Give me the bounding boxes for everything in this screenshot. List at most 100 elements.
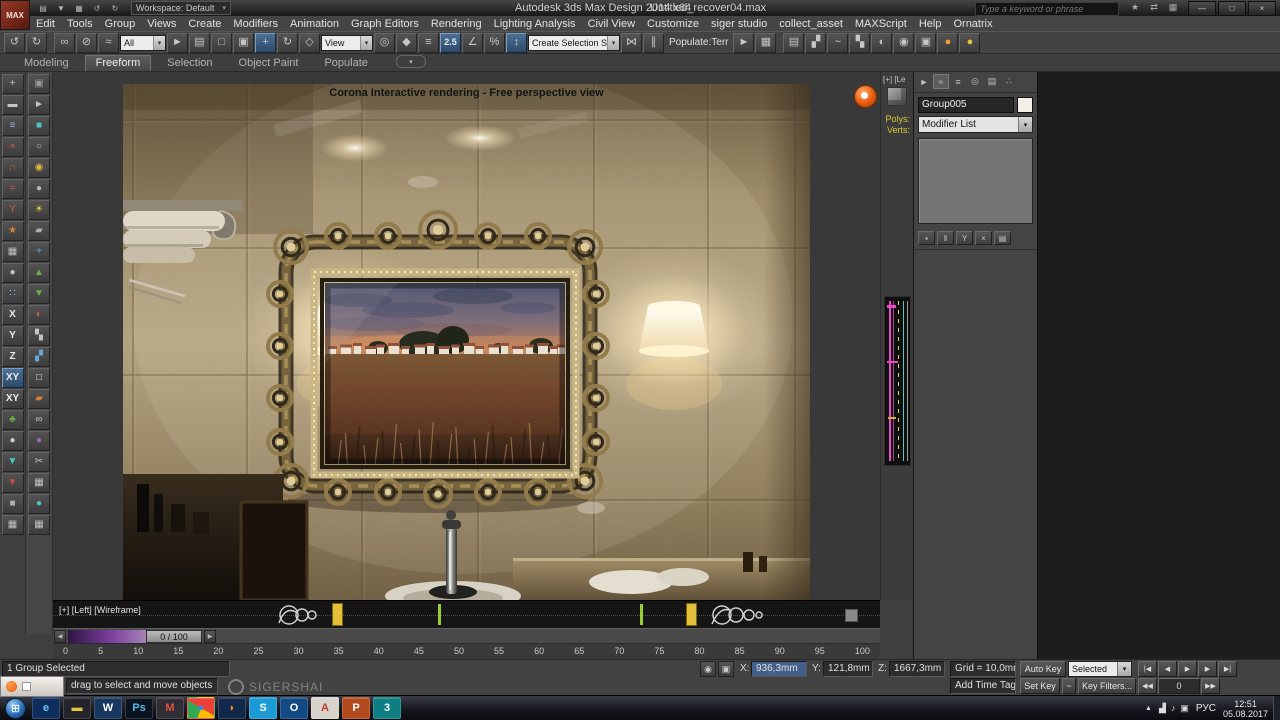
reference-coordinate-system-dropdown[interactable]: View ▾: [321, 34, 373, 51]
named-selection-sets-dropdown[interactable]: Create Selection Se ▾: [528, 34, 620, 51]
axis-y-button[interactable]: Y: [1, 326, 24, 346]
object-name-field[interactable]: Group005: [918, 97, 1014, 113]
spinner-snap-icon[interactable]: ↕: [506, 32, 527, 53]
next-frame-arrow[interactable]: ▶: [204, 630, 216, 643]
time-slider-handle[interactable]: 0 / 100: [146, 630, 202, 643]
gmail-icon[interactable]: M: [156, 697, 184, 719]
go-to-start-button[interactable]: |◀: [1138, 661, 1157, 677]
align-icon[interactable]: ∥: [643, 32, 664, 53]
remove-modifier-button[interactable]: ×: [975, 231, 992, 245]
blue-cross-icon[interactable]: +: [28, 242, 50, 262]
hidden-icons-caret[interactable]: ▲: [1145, 705, 1152, 712]
redo-button[interactable]: ↻: [26, 32, 47, 53]
tab-modeling[interactable]: Modeling: [14, 56, 79, 71]
key-step-forward-button[interactable]: ▶▶: [1201, 678, 1220, 694]
purple-dot-icon[interactable]: ●: [28, 431, 50, 451]
menu-customize[interactable]: Customize: [641, 18, 705, 30]
search-input[interactable]: [976, 4, 1118, 14]
modifier-stack[interactable]: [918, 138, 1033, 224]
tab-populate[interactable]: Populate: [314, 56, 377, 71]
menu-tools[interactable]: Tools: [61, 18, 99, 30]
menu-group[interactable]: Group: [99, 18, 142, 30]
menu-modifiers[interactable]: Modifiers: [227, 18, 284, 30]
favorites-star-icon[interactable]: ★: [1128, 1, 1142, 14]
y-coordinate-field[interactable]: 121,8mm: [823, 661, 873, 677]
track-bar[interactable]: 0 5 10 15 20 25 30 35 40 45 50 55 60 65 70 75 80 85 90 95 10…: [53, 643, 880, 659]
red-wave-tool-icon[interactable]: ≈: [1, 179, 24, 199]
gold-teapot-icon[interactable]: ◉: [28, 158, 50, 178]
orange-brush-icon[interactable]: ▰: [28, 389, 50, 409]
language-indicator[interactable]: РУС: [1196, 703, 1216, 714]
hierarchy-tab-icon[interactable]: ≡: [950, 74, 966, 89]
use-pivot-center-icon[interactable]: ◎: [374, 32, 395, 53]
track-handle[interactable]: [845, 609, 858, 622]
window-crossing-icon[interactable]: ▣: [233, 32, 254, 53]
maximize-button[interactable]: □: [1218, 1, 1246, 16]
workspace-dropdown[interactable]: Workspace: Default ▾: [131, 1, 231, 15]
mirror-icon[interactable]: ⋈: [621, 32, 642, 53]
material-editor-icon[interactable]: ◐: [871, 32, 893, 53]
current-frame-field[interactable]: 0: [1158, 678, 1200, 694]
utilities-tab-icon[interactable]: ∴: [1001, 74, 1017, 89]
menu-help[interactable]: Help: [913, 18, 948, 30]
photoshop-icon[interactable]: Ps: [125, 697, 153, 719]
gray-sphere-icon[interactable]: ●: [28, 179, 50, 199]
select-and-link-icon[interactable]: ∞: [54, 32, 75, 53]
page-icon[interactable]: □: [28, 368, 50, 388]
populate-simulate-icon[interactable]: ►: [733, 32, 755, 53]
apps-icon[interactable]: ▦: [1166, 1, 1180, 14]
rendered-frame-icon[interactable]: ▣: [915, 32, 937, 53]
auto-key-button[interactable]: Auto Key: [1020, 661, 1066, 677]
gray-box-icon[interactable]: ■: [1, 494, 24, 514]
scissors-icon[interactable]: ✂: [28, 452, 50, 472]
start-button[interactable]: ⊞: [5, 698, 26, 719]
z-coordinate-field[interactable]: 1667,3mm: [889, 661, 945, 677]
new-scene-icon[interactable]: ▤: [35, 2, 51, 14]
menu-rendering[interactable]: Rendering: [425, 18, 488, 30]
pin-stack-button[interactable]: ▪: [918, 231, 935, 245]
application-menu-button[interactable]: MAX: [0, 0, 30, 30]
left-wireframe-viewport[interactable]: [+] [Left] [Wireframe]: [53, 600, 880, 628]
show-desktop-button[interactable]: [1273, 696, 1280, 720]
save-scene-icon[interactable]: ▦: [71, 2, 87, 14]
rectangle-tool-icon[interactable]: ▬: [1, 95, 24, 115]
red-pin-icon[interactable]: ▼: [1, 473, 24, 493]
layers-tool-icon[interactable]: ≡: [1, 116, 24, 136]
magnifier-icon[interactable]: ○: [28, 137, 50, 157]
go-to-end-button[interactable]: ▶|: [1218, 661, 1237, 677]
show-end-result-button[interactable]: ‖: [937, 231, 954, 245]
menu-animation[interactable]: Animation: [284, 18, 345, 30]
menu-views[interactable]: Views: [141, 18, 182, 30]
keyboard-override-icon[interactable]: ≡: [418, 32, 439, 53]
minimize-button[interactable]: —: [1188, 1, 1216, 16]
file-explorer-icon[interactable]: ▬: [63, 697, 91, 719]
grid2-icon[interactable]: ▦: [28, 473, 50, 493]
viewcube-icon[interactable]: [887, 87, 907, 106]
snaps-toggle-icon[interactable]: 2.5: [440, 32, 461, 53]
table-icon[interactable]: ▦: [28, 515, 50, 535]
menu-civil-view[interactable]: Civil View: [582, 18, 641, 30]
axis-z-button[interactable]: Z: [1, 347, 24, 367]
word-icon[interactable]: W: [94, 697, 122, 719]
select-and-scale-icon[interactable]: ◇: [299, 32, 320, 53]
axis-x-button[interactable]: X: [1, 305, 24, 325]
render-setup-icon[interactable]: ◉: [893, 32, 915, 53]
mini-floating-window[interactable]: [0, 676, 64, 697]
isolate-selection-toggle[interactable]: ◉: [700, 661, 716, 677]
outlook-icon[interactable]: O: [280, 697, 308, 719]
teal-ball-icon[interactable]: ●: [28, 494, 50, 514]
select-object-icon[interactable]: ►: [167, 32, 188, 53]
orange-star-tool-icon[interactable]: ★: [1, 221, 24, 241]
key-step-back-button[interactable]: ◀◀: [1138, 678, 1157, 694]
camera-icon[interactable]: ▰: [28, 221, 50, 241]
selection-lock-toggle[interactable]: ▣: [718, 661, 734, 677]
perspective-viewport[interactable]: Corona Interactive rendering - Free pers…: [123, 84, 810, 600]
material-ball-icon[interactable]: ◐: [28, 305, 50, 325]
timeline-key-marker[interactable]: [686, 603, 697, 626]
exchange-icon[interactable]: ⇄: [1147, 1, 1161, 14]
unlink-selection-icon[interactable]: ⊘: [76, 32, 97, 53]
menu-maxscript[interactable]: MAXScript: [849, 18, 913, 30]
play-button[interactable]: ▶: [1178, 661, 1197, 677]
key-filters-button[interactable]: Key Filters...: [1078, 678, 1136, 694]
menu-siger-studio[interactable]: siger studio: [705, 18, 773, 30]
